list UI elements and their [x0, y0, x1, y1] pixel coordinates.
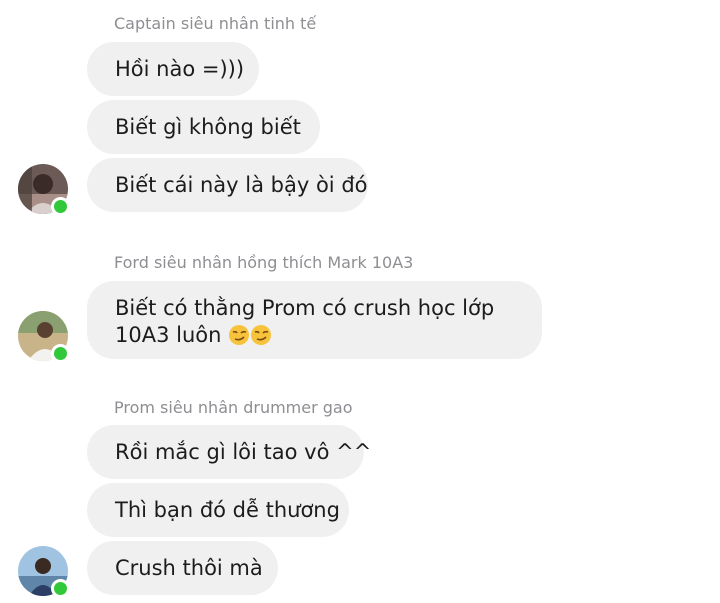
- message-bubble[interactable]: Biết cái này là bậy òi đó: [87, 158, 368, 212]
- message-text: Biết có thằng Prom có crush học lớp 10A3…: [115, 296, 495, 347]
- message-text: Biết cái này là bậy òi đó: [115, 172, 368, 197]
- message-bubble[interactable]: Biết có thằng Prom có crush học lớp 10A3…: [87, 281, 542, 359]
- sender-name: Ford siêu nhân hồng thích Mark 10A3: [114, 253, 414, 272]
- message-bubble[interactable]: Rồi mắc gì lôi tao vô ^^: [87, 425, 371, 479]
- message-bubble[interactable]: Biết gì không biết: [87, 100, 320, 154]
- online-status-dot: [51, 579, 70, 598]
- message-bubble[interactable]: Thì bạn đó dễ thương: [87, 483, 349, 537]
- sender-name: Captain siêu nhân tinh tế: [114, 14, 317, 33]
- online-status-dot: [51, 197, 70, 216]
- message-text: Biết gì không biết: [115, 114, 301, 139]
- message-bubble[interactable]: Hồi nào =))): [87, 42, 259, 96]
- sender-name: Prom siêu nhân drummer gao: [114, 398, 353, 417]
- message-bubble[interactable]: Crush thôi mà: [87, 541, 278, 595]
- avatar[interactable]: [18, 164, 70, 216]
- avatar[interactable]: [18, 311, 70, 363]
- message-text: Hồi nào =))): [115, 56, 245, 81]
- online-status-dot: [51, 344, 70, 363]
- message-text: Thì bạn đó dễ thương: [115, 497, 340, 522]
- smirking-face-icon: [251, 325, 272, 345]
- message-text: Rồi mắc gì lôi tao vô ^^: [115, 439, 372, 464]
- smirking-face-icon: [229, 325, 250, 345]
- message-text: Crush thôi mà: [115, 555, 263, 580]
- avatar[interactable]: [18, 546, 70, 598]
